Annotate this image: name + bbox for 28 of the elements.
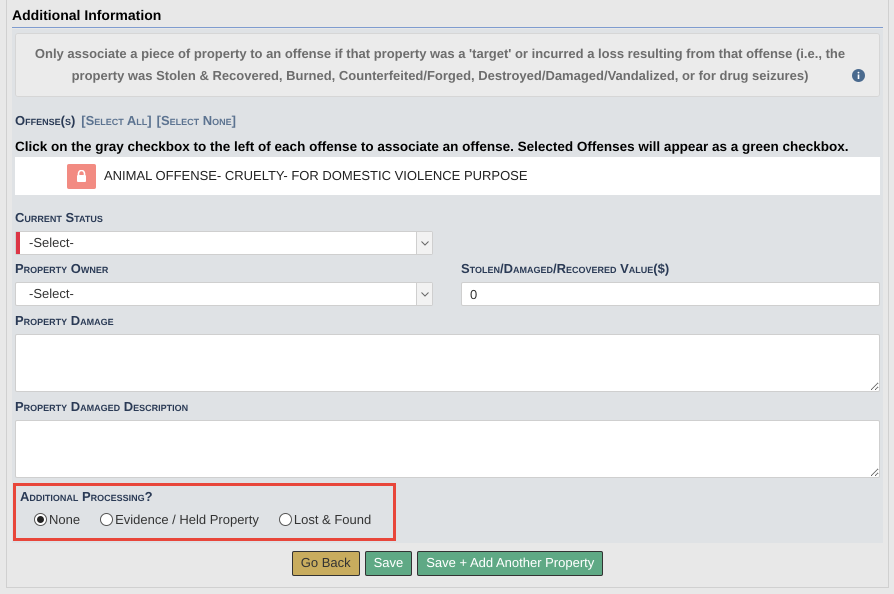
field-label: Property Damaged Description bbox=[15, 399, 190, 415]
info-icon bbox=[852, 69, 865, 82]
notice-text: Only associate a piece of property to an offense if that property was a 'target' or incurred a loss resulting from that offense (i.e., the property was Stolen & Recovered, Burned, Counterfeited/Forged, Destroyed/Damaged/Vandalized, or for drug seizures) bbox=[34, 45, 846, 85]
lock-icon bbox=[76, 170, 87, 182]
radio-option[interactable]: None bbox=[34, 510, 80, 530]
radio-option[interactable]: Evidence / Held Property bbox=[100, 510, 259, 530]
field-label: Property Owner bbox=[15, 261, 110, 277]
description-textarea[interactable] bbox=[15, 420, 880, 478]
chevron-down-icon bbox=[420, 240, 428, 246]
field-label: Stolen/Damaged/Recovered Value($) bbox=[461, 261, 670, 277]
offense-name: ANIMAL OFFENSE- CRUELTY- FOR DOMESTIC VIOLENCE PURPOSE bbox=[104, 167, 528, 186]
radio-option[interactable]: Lost & Found bbox=[278, 510, 372, 530]
instruction-text: Click on the gray checkbox to the left of each offense to associate an offense. Selected Offenses will appear as a green checkbox. bbox=[15, 138, 850, 156]
value-input[interactable]: 0 bbox=[461, 282, 880, 306]
required-marker bbox=[16, 232, 20, 254]
lock-button[interactable] bbox=[67, 164, 96, 188]
section-title: Additional Information bbox=[12, 6, 883, 28]
field-label: Additional Processing? bbox=[20, 489, 154, 505]
action-button[interactable]: Go Back bbox=[292, 550, 360, 576]
field-label: Property Damage bbox=[15, 313, 115, 329]
property-damage-textarea[interactable] bbox=[15, 334, 880, 392]
select-link[interactable]: [Select None] bbox=[156, 113, 236, 129]
select-dropdown[interactable]: -Select- bbox=[15, 282, 433, 306]
field-label: Offense(s) bbox=[15, 113, 76, 129]
select-link[interactable]: [Select All] bbox=[81, 113, 152, 129]
select-dropdown[interactable]: -Select- bbox=[15, 231, 433, 255]
chevron-down-icon bbox=[420, 292, 428, 296]
field-label: Current Status bbox=[15, 210, 104, 226]
